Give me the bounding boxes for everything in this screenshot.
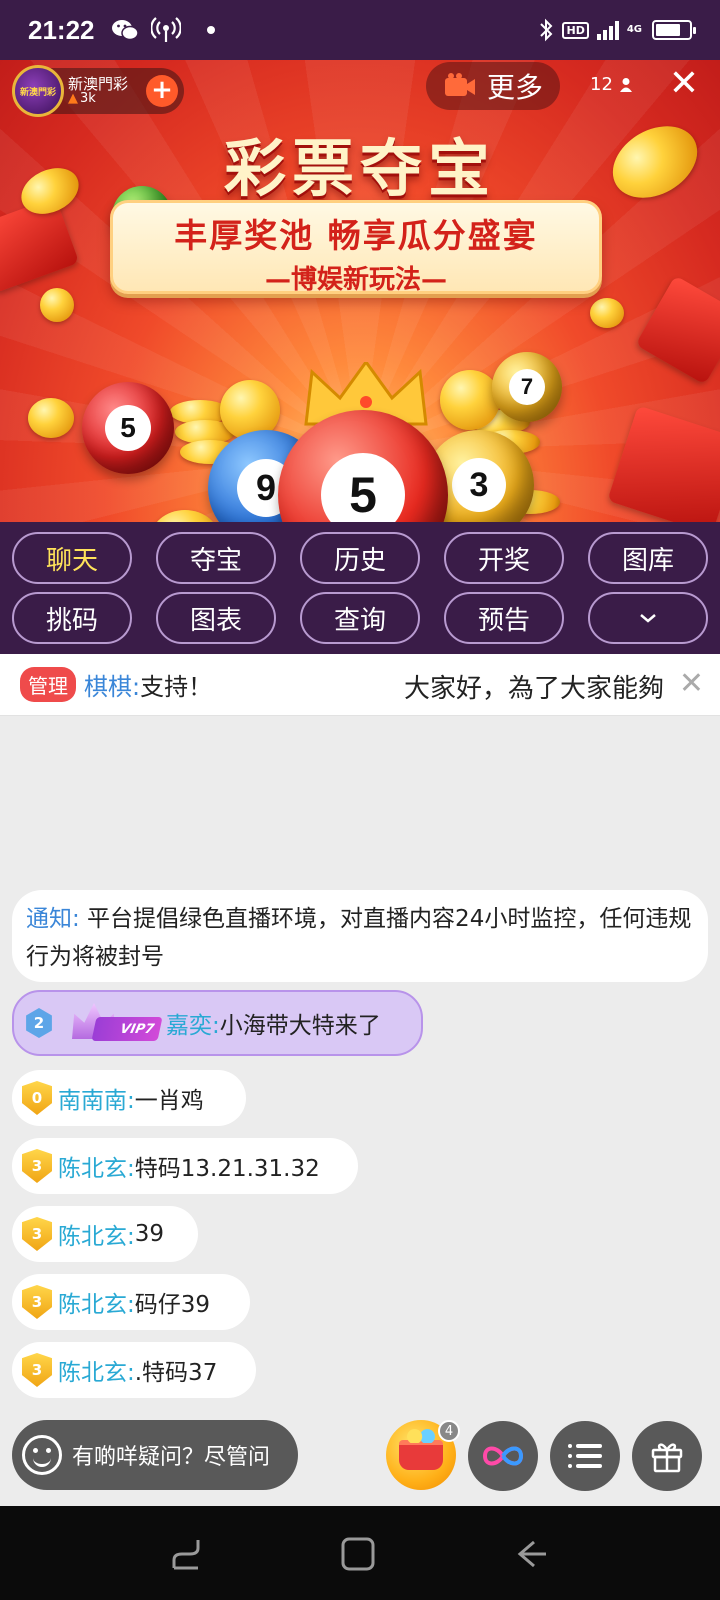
tab-history[interactable]: 历史 — [300, 532, 420, 584]
hotspot-icon — [150, 17, 181, 42]
tab-treasure[interactable]: 夺宝 — [156, 532, 276, 584]
promo-banner[interactable]: 2 5 9 3 7 5 彩票夺宝 丰厚奖池 畅享瓜分盛宴 —博娱新玩法— — [0, 60, 720, 522]
level-badge: 3 — [22, 1353, 52, 1387]
message-text: 特码13.21.31.32 — [134, 1156, 320, 1182]
tab-gallery[interactable]: 图库 — [588, 532, 708, 584]
announcement-user[interactable]: 棋棋: — [84, 667, 140, 702]
gift-button[interactable] — [632, 1421, 702, 1491]
announcement-text: 支持！ — [140, 673, 213, 701]
person-icon — [619, 77, 632, 92]
chat-message[interactable]: 3 陈北玄: 码仔39 — [12, 1274, 250, 1330]
close-icon[interactable]: ✕ — [679, 666, 704, 701]
message-username[interactable]: 陈北玄: — [58, 1149, 135, 1183]
follow-button[interactable]: + — [146, 75, 178, 107]
basket-icon — [399, 1427, 443, 1470]
tab-forecast[interactable]: 预告 — [444, 592, 564, 644]
host-fan-count: 3k — [80, 91, 96, 107]
more-button[interactable]: 更多 — [426, 62, 560, 110]
emoji-icon[interactable] — [22, 1435, 62, 1475]
vip-crown-icon: VIP7 — [64, 1003, 163, 1043]
menu-button[interactable] — [550, 1421, 620, 1491]
lottery-ball: 7 — [492, 352, 562, 422]
banner-subtitle: —博娱新玩法— — [264, 265, 447, 295]
back-icon[interactable] — [514, 1536, 550, 1572]
message-username[interactable]: 嘉奕: — [166, 1006, 220, 1040]
hd-badge: HD — [562, 21, 589, 39]
system-navigation-bar — [0, 1506, 720, 1600]
vip-tag: VIP7 — [91, 1017, 163, 1041]
tab-draw-results[interactable]: 开奖 — [444, 532, 564, 584]
list-icon — [568, 1442, 602, 1470]
battery-icon — [652, 20, 696, 40]
clock: 21:22 — [28, 14, 95, 45]
chat-message[interactable]: 0 南南南: 一肖鸡 — [12, 1070, 246, 1126]
tab-bar: 聊天 夺宝 历史 开奖 图库 挑码 图表 查询 预告 — [0, 522, 720, 654]
message-text: 一肖鸡 — [134, 1088, 204, 1114]
chat-message[interactable]: 3 陈北玄: .特码37 — [12, 1342, 256, 1398]
tab-query[interactable]: 查询 — [300, 592, 420, 644]
message-text: 码仔39 — [134, 1292, 211, 1318]
flame-icon: ▲ — [68, 91, 78, 107]
chat-message[interactable]: 2 VIP7 嘉奕: 小海带大特来了 — [12, 990, 423, 1056]
network-type: 4G — [626, 24, 642, 35]
banner-title: 彩票夺宝 — [223, 132, 496, 205]
more-label: 更多 — [486, 71, 543, 104]
chevron-down-icon — [640, 614, 656, 623]
chat-list[interactable]: 通知: 平台提倡绿色直播环境，对直播内容24小时监控，任何违规行为将被封号 2 … — [12, 716, 712, 1406]
announcement-marquee: 大家好，為了大家能夠 — [404, 674, 665, 704]
notice-label: 通知: — [26, 906, 80, 932]
message-username[interactable]: 陈北玄: — [58, 1217, 135, 1251]
tab-pick-numbers[interactable]: 挑码 — [12, 592, 132, 644]
level-badge: 0 — [22, 1081, 52, 1115]
expand-tabs-button[interactable] — [588, 592, 708, 644]
gift-icon — [651, 1443, 683, 1473]
infinity-icon — [482, 1446, 524, 1466]
level-badge: 3 — [22, 1149, 52, 1183]
close-button[interactable]: ✕ — [666, 66, 702, 102]
admin-badge: 管理 — [20, 667, 76, 702]
link-button[interactable] — [468, 1421, 538, 1491]
notice-text: 平台提倡绿色直播环境，对直播内容24小时监控，任何违规行为将被封号 — [26, 906, 692, 970]
chat-input[interactable]: 有啲咩疑问？尽管问 — [12, 1420, 298, 1490]
lottery-ball: 5 — [82, 382, 174, 474]
message-username[interactable]: 南南南: — [58, 1081, 135, 1115]
announcement-bar: 管理 棋棋: 支持！ 大家好，為了大家能夠 ✕ — [0, 654, 720, 716]
chat-message[interactable]: 3 陈北玄: 特码13.21.31.32 — [12, 1138, 358, 1194]
message-text: .特码37 — [134, 1360, 218, 1386]
signal-icon — [596, 20, 619, 40]
message-username[interactable]: 陈北玄: — [58, 1353, 135, 1387]
host-profile[interactable]: 新澳門彩 新澳門彩 ▲ 3k + — [12, 65, 184, 117]
chat-input-placeholder: 有啲咩疑问？尽管问 — [72, 1445, 271, 1470]
banner-plaque: 丰厚奖池 畅享瓜分盛宴 —博娱新玩法— — [110, 200, 602, 295]
host-name: 新澳門彩 — [68, 74, 129, 93]
dot-icon — [206, 26, 215, 34]
viewer-count[interactable]: 12 — [590, 74, 633, 95]
tab-charts[interactable]: 图表 — [156, 592, 276, 644]
video-icon — [444, 73, 475, 96]
home-icon[interactable] — [340, 1536, 376, 1572]
system-notice: 通知: 平台提倡绿色直播环境，对直播内容24小时监控，任何违规行为将被封号 — [12, 890, 708, 982]
message-text: 39 — [134, 1221, 165, 1247]
level-badge: 2 — [26, 1008, 52, 1038]
avatar[interactable]: 新澳門彩 — [12, 65, 64, 117]
tab-chat[interactable]: 聊天 — [12, 532, 132, 584]
recents-icon[interactable] — [168, 1536, 204, 1572]
banner-tagline: 丰厚奖池 畅享瓜分盛宴 — [174, 216, 538, 255]
level-badge: 3 — [22, 1285, 52, 1319]
bluetooth-icon — [540, 18, 553, 42]
message-text: 小海带大特来了 — [219, 1013, 381, 1039]
lottery-count-badge: 4 — [438, 1420, 460, 1442]
message-username[interactable]: 陈北玄: — [58, 1285, 135, 1319]
status-bar: 21:22 HD 4G — [0, 0, 720, 60]
chat-message[interactable]: 3 陈北玄: 39 — [12, 1206, 198, 1262]
viewer-count-value: 12 — [590, 74, 613, 95]
level-badge: 3 — [22, 1217, 52, 1251]
wechat-icon — [111, 20, 139, 41]
